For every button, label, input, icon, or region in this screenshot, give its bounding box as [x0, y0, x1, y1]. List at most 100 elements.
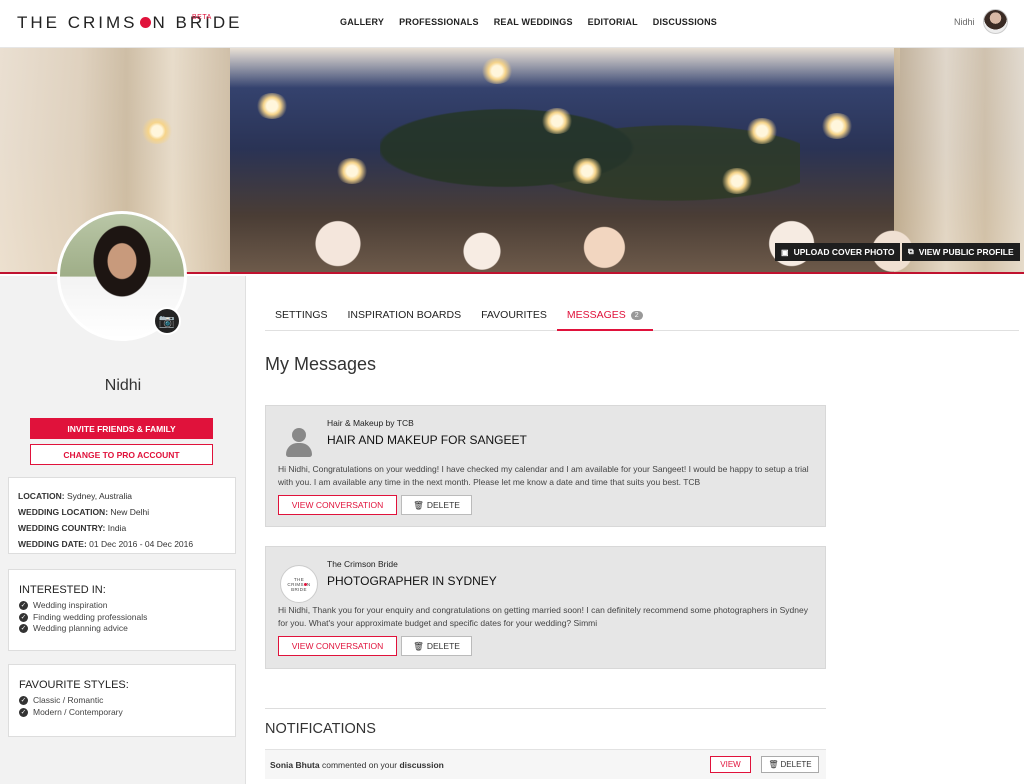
interest-label: Wedding planning advice	[33, 623, 128, 633]
nav-professionals[interactable]: PROFESSIONALS	[399, 17, 479, 27]
delete-label: DELETE	[426, 641, 460, 651]
info-label: WEDDING COUNTRY:	[18, 523, 106, 533]
notification-text: Sonia Bhuta commented on your discussion	[270, 760, 444, 770]
info-value: 01 Dec 2016 - 04 Dec 2016	[89, 539, 194, 549]
invite-friends-button[interactable]: INVITE FRIENDS & FAMILY	[30, 418, 213, 439]
info-value: New Delhi	[110, 507, 150, 517]
logo-o-icon	[139, 17, 151, 28]
tab-settings[interactable]: SETTINGS	[265, 301, 338, 331]
upload-cover-photo-button[interactable]: ▣ UPLOAD COVER PHOTO	[775, 243, 901, 261]
chandelier	[140, 118, 174, 144]
info-label: WEDDING LOCATION:	[18, 507, 109, 517]
favourite-styles-card: FAVOURITE STYLES: ✓ Classic / Romantic ✓ M…	[8, 664, 236, 737]
change-to-pro-button[interactable]: CHANGE TO PRO ACCOUNT	[30, 444, 213, 465]
camera-icon[interactable]: 📷	[153, 307, 181, 335]
message-card: THE CRIMS N BRIDE The Crimson Bride PHOTOGR…	[265, 546, 826, 669]
tab-label: INSPIRATION BOARDS	[347, 309, 462, 321]
notifications-title: NOTIFICATIONS	[265, 708, 826, 737]
profile-tabs: SETTINGS INSPIRATION BOARDS FAVOURITES M…	[265, 301, 1019, 331]
tab-label: SETTINGS	[275, 309, 328, 321]
delete-message-button[interactable]: 🗑 DELETE	[401, 495, 472, 515]
chandelier	[255, 93, 289, 119]
chandelier	[480, 58, 514, 84]
delete-message-button[interactable]: 🗑 DELETE	[401, 636, 472, 656]
chandelier	[540, 108, 574, 134]
view-conversation-button[interactable]: VIEW CONVERSATION	[278, 636, 397, 656]
chandelier	[335, 158, 369, 184]
tab-label: FAVOURITES	[481, 309, 547, 321]
trash-icon: 🗑	[413, 499, 424, 510]
notification-object[interactable]: discussion	[399, 760, 443, 770]
tab-inspiration-boards[interactable]: INSPIRATION BOARDS	[338, 301, 472, 331]
interest-item: ✓ Wedding inspiration	[19, 600, 225, 612]
message-subject: HAIR AND MAKEUP FOR SANGEET	[327, 433, 527, 447]
check-circle-icon: ✓	[19, 624, 28, 634]
profile-info-card: LOCATION: Sydney, Australia WEDDING LOCA…	[8, 477, 236, 554]
view-public-profile-button[interactable]: ⧉ VIEW PUBLIC PROFILE	[902, 243, 1020, 261]
interest-label: Wedding inspiration	[33, 600, 108, 610]
check-circle-icon: ✓	[19, 696, 28, 706]
trash-icon: 🗑	[768, 760, 779, 769]
upload-cover-label: UPLOAD COVER PHOTO	[793, 247, 895, 257]
notification-row: Sonia Bhuta commented on your discussion…	[265, 749, 826, 779]
style-label: Classic / Romantic	[33, 695, 104, 705]
tab-messages[interactable]: MESSAGES 2	[556, 301, 653, 331]
message-body: Hi Nidhi, Thank you for your enquiry and…	[278, 605, 808, 628]
info-label: WEDDING DATE:	[18, 539, 87, 549]
messages-count-badge: 2	[630, 311, 643, 320]
nav-discussions[interactable]: DISCUSSIONS	[653, 17, 717, 27]
trash-icon: 🗑	[413, 640, 424, 651]
delete-label: DELETE	[780, 760, 812, 769]
nav-gallery[interactable]: GALLERY	[340, 17, 384, 27]
info-row: WEDDING COUNTRY: India	[18, 520, 226, 536]
interest-label: Finding wedding professionals	[33, 611, 148, 622]
profile-name: Nidhi	[104, 377, 142, 394]
style-item: ✓ Modern / Contemporary	[19, 707, 225, 719]
chandelier	[820, 113, 854, 139]
message-sender: Hair & Makeup by TCB	[327, 418, 414, 428]
beta-badge: BETA	[192, 14, 212, 21]
notification-action: commented on your	[321, 760, 398, 770]
chandelier	[570, 158, 604, 184]
check-circle-icon: ✓	[19, 612, 28, 622]
info-value: Sydney, Australia	[66, 491, 133, 501]
info-row: WEDDING DATE: 01 Dec 2016 - 04 Dec 2016	[18, 536, 226, 552]
top-header: THE CRIMS N BRIDE BETA GALLERY PROFESSION…	[0, 0, 1024, 48]
view-conversation-button[interactable]: VIEW CONVERSATION	[278, 495, 397, 515]
style-item: ✓ Classic / Romantic	[19, 695, 225, 707]
notification-actor[interactable]: Sonia Bhuta	[270, 760, 320, 770]
favourite-styles-title: FAVOURITE STYLES:	[19, 679, 129, 691]
page-title: My Messages	[265, 354, 377, 374]
nav-real-weddings[interactable]: REAL WEDDINGS	[494, 17, 573, 27]
interest-item: ✓ Finding wedding professionals	[19, 612, 225, 624]
main-nav: GALLERY PROFESSIONALS REAL WEDDINGS EDIT…	[340, 17, 717, 27]
info-row: WEDDING LOCATION: New Delhi	[18, 504, 226, 520]
message-subject: PHOTOGRAPHER IN SYDNEY	[327, 574, 497, 588]
brand-avatar-line: N	[306, 581, 311, 587]
user-name[interactable]: Nidhi	[954, 17, 975, 27]
brand-avatar: THE CRIMS N BRIDE	[280, 565, 318, 603]
view-notification-button[interactable]: VIEW	[710, 756, 751, 773]
message-card: Hair & Makeup by TCB HAIR AND MAKEUP FOR…	[265, 405, 826, 527]
delete-notification-button[interactable]: 🗑 DELETE	[761, 756, 819, 773]
user-avatar[interactable]	[983, 9, 1008, 34]
info-value: India	[107, 523, 127, 533]
info-label: LOCATION:	[18, 491, 65, 501]
person-avatar-icon	[280, 424, 318, 462]
logo-text-left: THE CRIMS	[17, 13, 138, 32]
brand-avatar-text: THE CRIMS N BRIDE	[287, 577, 310, 592]
delete-label: DELETE	[426, 500, 460, 510]
chandelier	[720, 168, 754, 194]
check-circle-icon: ✓	[19, 707, 28, 717]
view-public-label: VIEW PUBLIC PROFILE	[918, 247, 1014, 257]
nav-editorial[interactable]: EDITORIAL	[588, 17, 638, 27]
style-label: Modern / Contemporary	[33, 706, 123, 717]
info-row: LOCATION: Sydney, Australia	[18, 488, 226, 504]
tab-label: MESSAGES	[566, 309, 626, 321]
interested-in-title: INTERESTED IN:	[19, 584, 106, 596]
message-sender: The Crimson Bride	[327, 559, 398, 569]
brand-avatar-line: BRIDE	[291, 586, 307, 592]
message-body: Hi Nidhi, Congratulations on your weddin…	[278, 464, 809, 487]
tab-favourites[interactable]: FAVOURITES	[471, 301, 557, 331]
check-circle-icon: ✓	[19, 601, 28, 611]
